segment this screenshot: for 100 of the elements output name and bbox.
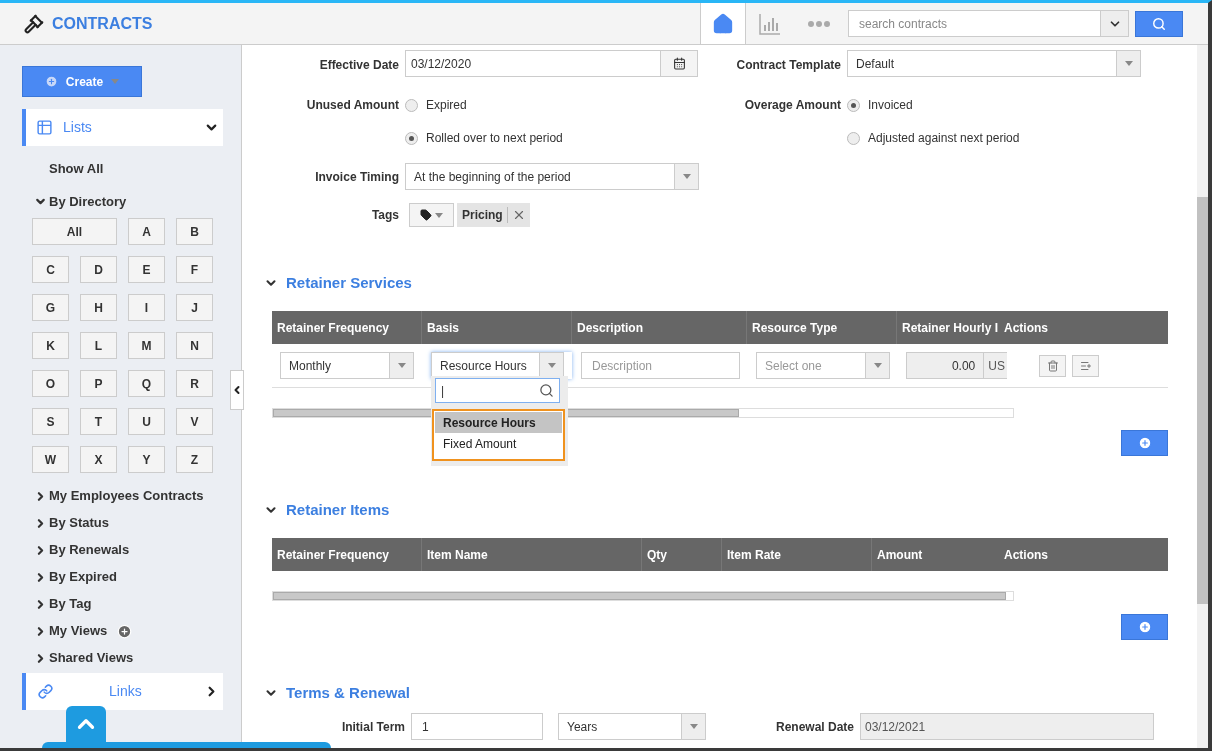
section-title[interactable]: Terms & Renewal bbox=[286, 681, 410, 705]
sidebar-item[interactable]: Shared Views bbox=[49, 648, 134, 668]
letter-filter-button[interactable]: T bbox=[80, 408, 117, 435]
template-select[interactable]: Default bbox=[847, 50, 1141, 77]
caret-icon bbox=[689, 724, 698, 729]
trash-icon bbox=[1046, 359, 1059, 372]
letter-filter-button[interactable]: V bbox=[176, 408, 213, 435]
radio-label: Expired bbox=[426, 97, 467, 114]
add-row-button[interactable] bbox=[1121, 430, 1168, 456]
column-header: Amount bbox=[876, 546, 924, 564]
add-view-icon[interactable] bbox=[117, 623, 133, 639]
sidebar-item[interactable]: My Views bbox=[49, 621, 108, 641]
add-row-button[interactable] bbox=[1121, 614, 1168, 640]
directory-label[interactable]: By Directory bbox=[49, 191, 127, 211]
letter-filter-button[interactable]: J bbox=[176, 294, 213, 321]
letter-filter-button[interactable]: D bbox=[80, 256, 117, 283]
letter-filter-button[interactable]: P bbox=[80, 370, 117, 397]
letter-filter-button[interactable]: L bbox=[80, 332, 117, 359]
gavel-icon bbox=[24, 13, 44, 34]
column-header: Item Name bbox=[422, 538, 642, 571]
letter-filter-button[interactable]: C bbox=[32, 256, 69, 283]
plus-icon bbox=[1137, 436, 1152, 450]
field-label: Effective Date bbox=[318, 57, 400, 74]
section-title[interactable]: Retainer Services bbox=[286, 271, 412, 295]
radio-button[interactable] bbox=[847, 98, 860, 112]
links-header[interactable]: Links bbox=[22, 673, 223, 710]
letter-filter-button[interactable]: M bbox=[128, 332, 165, 359]
tag-menu-button[interactable] bbox=[409, 203, 454, 227]
caret-icon bbox=[397, 363, 406, 368]
dropdown-option[interactable]: Fixed Amount bbox=[435, 433, 562, 454]
letter-filter-button[interactable]: G bbox=[32, 294, 69, 321]
letter-filter-button[interactable]: B bbox=[176, 218, 213, 245]
letter-filter-button[interactable]: H bbox=[80, 294, 117, 321]
letter-filter-button[interactable]: Y bbox=[128, 446, 165, 473]
description-field[interactable]: Description bbox=[581, 352, 740, 379]
letter-filter-button[interactable]: I bbox=[128, 294, 165, 321]
scroll-to-top-button[interactable] bbox=[66, 706, 106, 742]
letter-filter-button[interactable]: R bbox=[176, 370, 213, 397]
letter-filter-button[interactable]: A bbox=[128, 218, 165, 245]
column-header: Retainer Frequency bbox=[272, 538, 422, 571]
field-label: Unused Amount bbox=[305, 97, 400, 114]
dropdown-option[interactable]: Resource Hours bbox=[435, 412, 562, 433]
letter-filter-button[interactable]: X bbox=[80, 446, 117, 473]
sidebar-item[interactable]: By Renewals bbox=[49, 540, 130, 560]
radio-button[interactable] bbox=[405, 98, 418, 112]
letter-filter-button[interactable]: E bbox=[128, 256, 165, 283]
sidebar-item[interactable]: By Expired bbox=[49, 567, 117, 587]
letter-filter-button[interactable]: S bbox=[32, 408, 69, 435]
delete-button[interactable] bbox=[1039, 354, 1066, 377]
caret-icon bbox=[435, 212, 443, 218]
term-unit-select[interactable]: Years bbox=[558, 713, 706, 740]
letter-filter-button[interactable]: N bbox=[176, 332, 213, 359]
links-label: Links bbox=[109, 682, 143, 701]
column-header: Basis bbox=[422, 311, 572, 344]
vertical-scrollbar[interactable] bbox=[1197, 45, 1208, 748]
collapse-sidebar-tab[interactable] bbox=[230, 370, 244, 410]
date-field[interactable]: 03/12/2020 bbox=[405, 50, 698, 77]
lists-header[interactable]: Lists bbox=[22, 109, 223, 146]
field-label: Renewal Date bbox=[774, 718, 855, 736]
radio-button[interactable] bbox=[847, 131, 860, 145]
field-label: Tags bbox=[370, 207, 400, 224]
radio-button[interactable] bbox=[405, 131, 418, 145]
sidebar-item[interactable]: By Status bbox=[49, 513, 109, 533]
sidebar-item[interactable]: By Tag bbox=[49, 594, 92, 614]
column-header: Actions bbox=[1003, 319, 1049, 337]
letter-filter-button[interactable]: U bbox=[128, 408, 165, 435]
plus-icon bbox=[1137, 620, 1152, 634]
radio-label: Invoiced bbox=[868, 97, 913, 114]
show-all-link[interactable]: Show All bbox=[49, 159, 104, 179]
term-field[interactable]: 1 bbox=[411, 713, 543, 740]
search-icon bbox=[1152, 16, 1166, 31]
search-field[interactable]: search contracts bbox=[848, 10, 1101, 37]
dropdown-search-field[interactable]: | bbox=[435, 378, 560, 403]
letter-filter-button[interactable]: K bbox=[32, 332, 69, 359]
calendar-button[interactable] bbox=[660, 51, 697, 76]
letter-filter-button[interactable]: F bbox=[176, 256, 213, 283]
search-dropdown-toggle[interactable] bbox=[1101, 10, 1129, 37]
caret-icon bbox=[111, 79, 120, 84]
letter-filter-button[interactable]: Q bbox=[128, 370, 165, 397]
add-note-button[interactable] bbox=[1072, 354, 1099, 377]
field-label: Overage Amount bbox=[743, 97, 842, 114]
bar-chart-icon bbox=[759, 12, 781, 35]
app-title: CONTRACTS bbox=[52, 13, 153, 34]
frequency-select[interactable]: Monthly bbox=[280, 352, 414, 379]
column-header: Resource Type bbox=[747, 311, 897, 344]
radio-label: Adjusted against next period bbox=[868, 130, 1020, 147]
rate-field[interactable]: 0.00 bbox=[906, 352, 985, 379]
search-button[interactable] bbox=[1135, 10, 1183, 37]
currency-field: US bbox=[984, 352, 1007, 379]
letter-filter-button[interactable]: Z bbox=[176, 446, 213, 473]
letter-filter-button[interactable]: O bbox=[32, 370, 69, 397]
sidebar-item[interactable]: My Employees Contracts bbox=[49, 486, 204, 506]
link-icon bbox=[38, 684, 53, 699]
invoice-timing-select[interactable]: At the beginning of the period bbox=[405, 163, 699, 190]
section-title[interactable]: Retainer Items bbox=[286, 498, 390, 522]
list-plus-icon bbox=[1079, 359, 1092, 372]
letter-filter-button[interactable]: W bbox=[32, 446, 69, 473]
letter-filter-button[interactable]: All bbox=[32, 218, 117, 245]
plus-icon bbox=[44, 75, 58, 88]
home-tab[interactable] bbox=[700, 3, 746, 44]
